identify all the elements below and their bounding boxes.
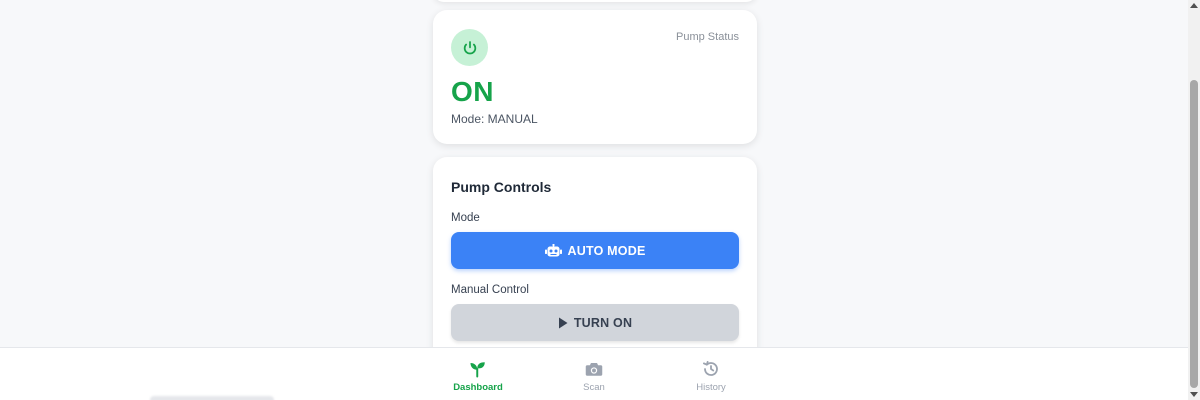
power-icon	[451, 29, 488, 66]
nav-label-history: History	[696, 382, 726, 393]
mode-section-label: Mode	[451, 212, 480, 224]
pump-status-value: ON	[451, 76, 494, 107]
nav-label-scan: Scan	[583, 382, 605, 393]
turn-on-label: TURN ON	[573, 315, 633, 330]
manual-control-label: Manual Control	[451, 284, 529, 296]
pump-status-card: Pump Status ON Mode: MANUAL	[433, 10, 757, 144]
pump-status-label: Pump Status	[676, 31, 739, 43]
turn-on-button[interactable]: TURN ON	[451, 304, 739, 341]
history-icon	[702, 360, 720, 378]
play-icon	[558, 317, 568, 329]
toast-shadow	[150, 396, 274, 400]
controls-title: Pump Controls	[451, 179, 552, 195]
pump-mode-text: Mode: MANUAL	[451, 112, 538, 126]
bottom-nav: Dashboard Scan History	[0, 347, 1188, 400]
auto-mode-label: AUTO MODE	[567, 243, 646, 258]
scrollbar-thumb[interactable]	[1190, 80, 1198, 388]
app-viewport: Pump Status ON Mode: MANUAL Pump Control…	[0, 0, 1188, 400]
seedling-icon	[469, 360, 487, 378]
camera-icon	[585, 360, 603, 378]
previous-card-edge	[433, 0, 757, 2]
nav-item-history[interactable]: History	[656, 348, 766, 400]
nav-item-dashboard[interactable]: Dashboard	[423, 348, 533, 400]
nav-label-dashboard: Dashboard	[453, 382, 503, 393]
vertical-scrollbar[interactable]	[1188, 0, 1200, 400]
auto-mode-button[interactable]: AUTO MODE	[451, 232, 739, 269]
nav-item-scan[interactable]: Scan	[539, 348, 649, 400]
scroll-up-arrow-icon[interactable]	[1190, 3, 1198, 8]
robot-icon	[544, 243, 562, 258]
scroll-down-arrow-icon[interactable]	[1190, 392, 1198, 397]
